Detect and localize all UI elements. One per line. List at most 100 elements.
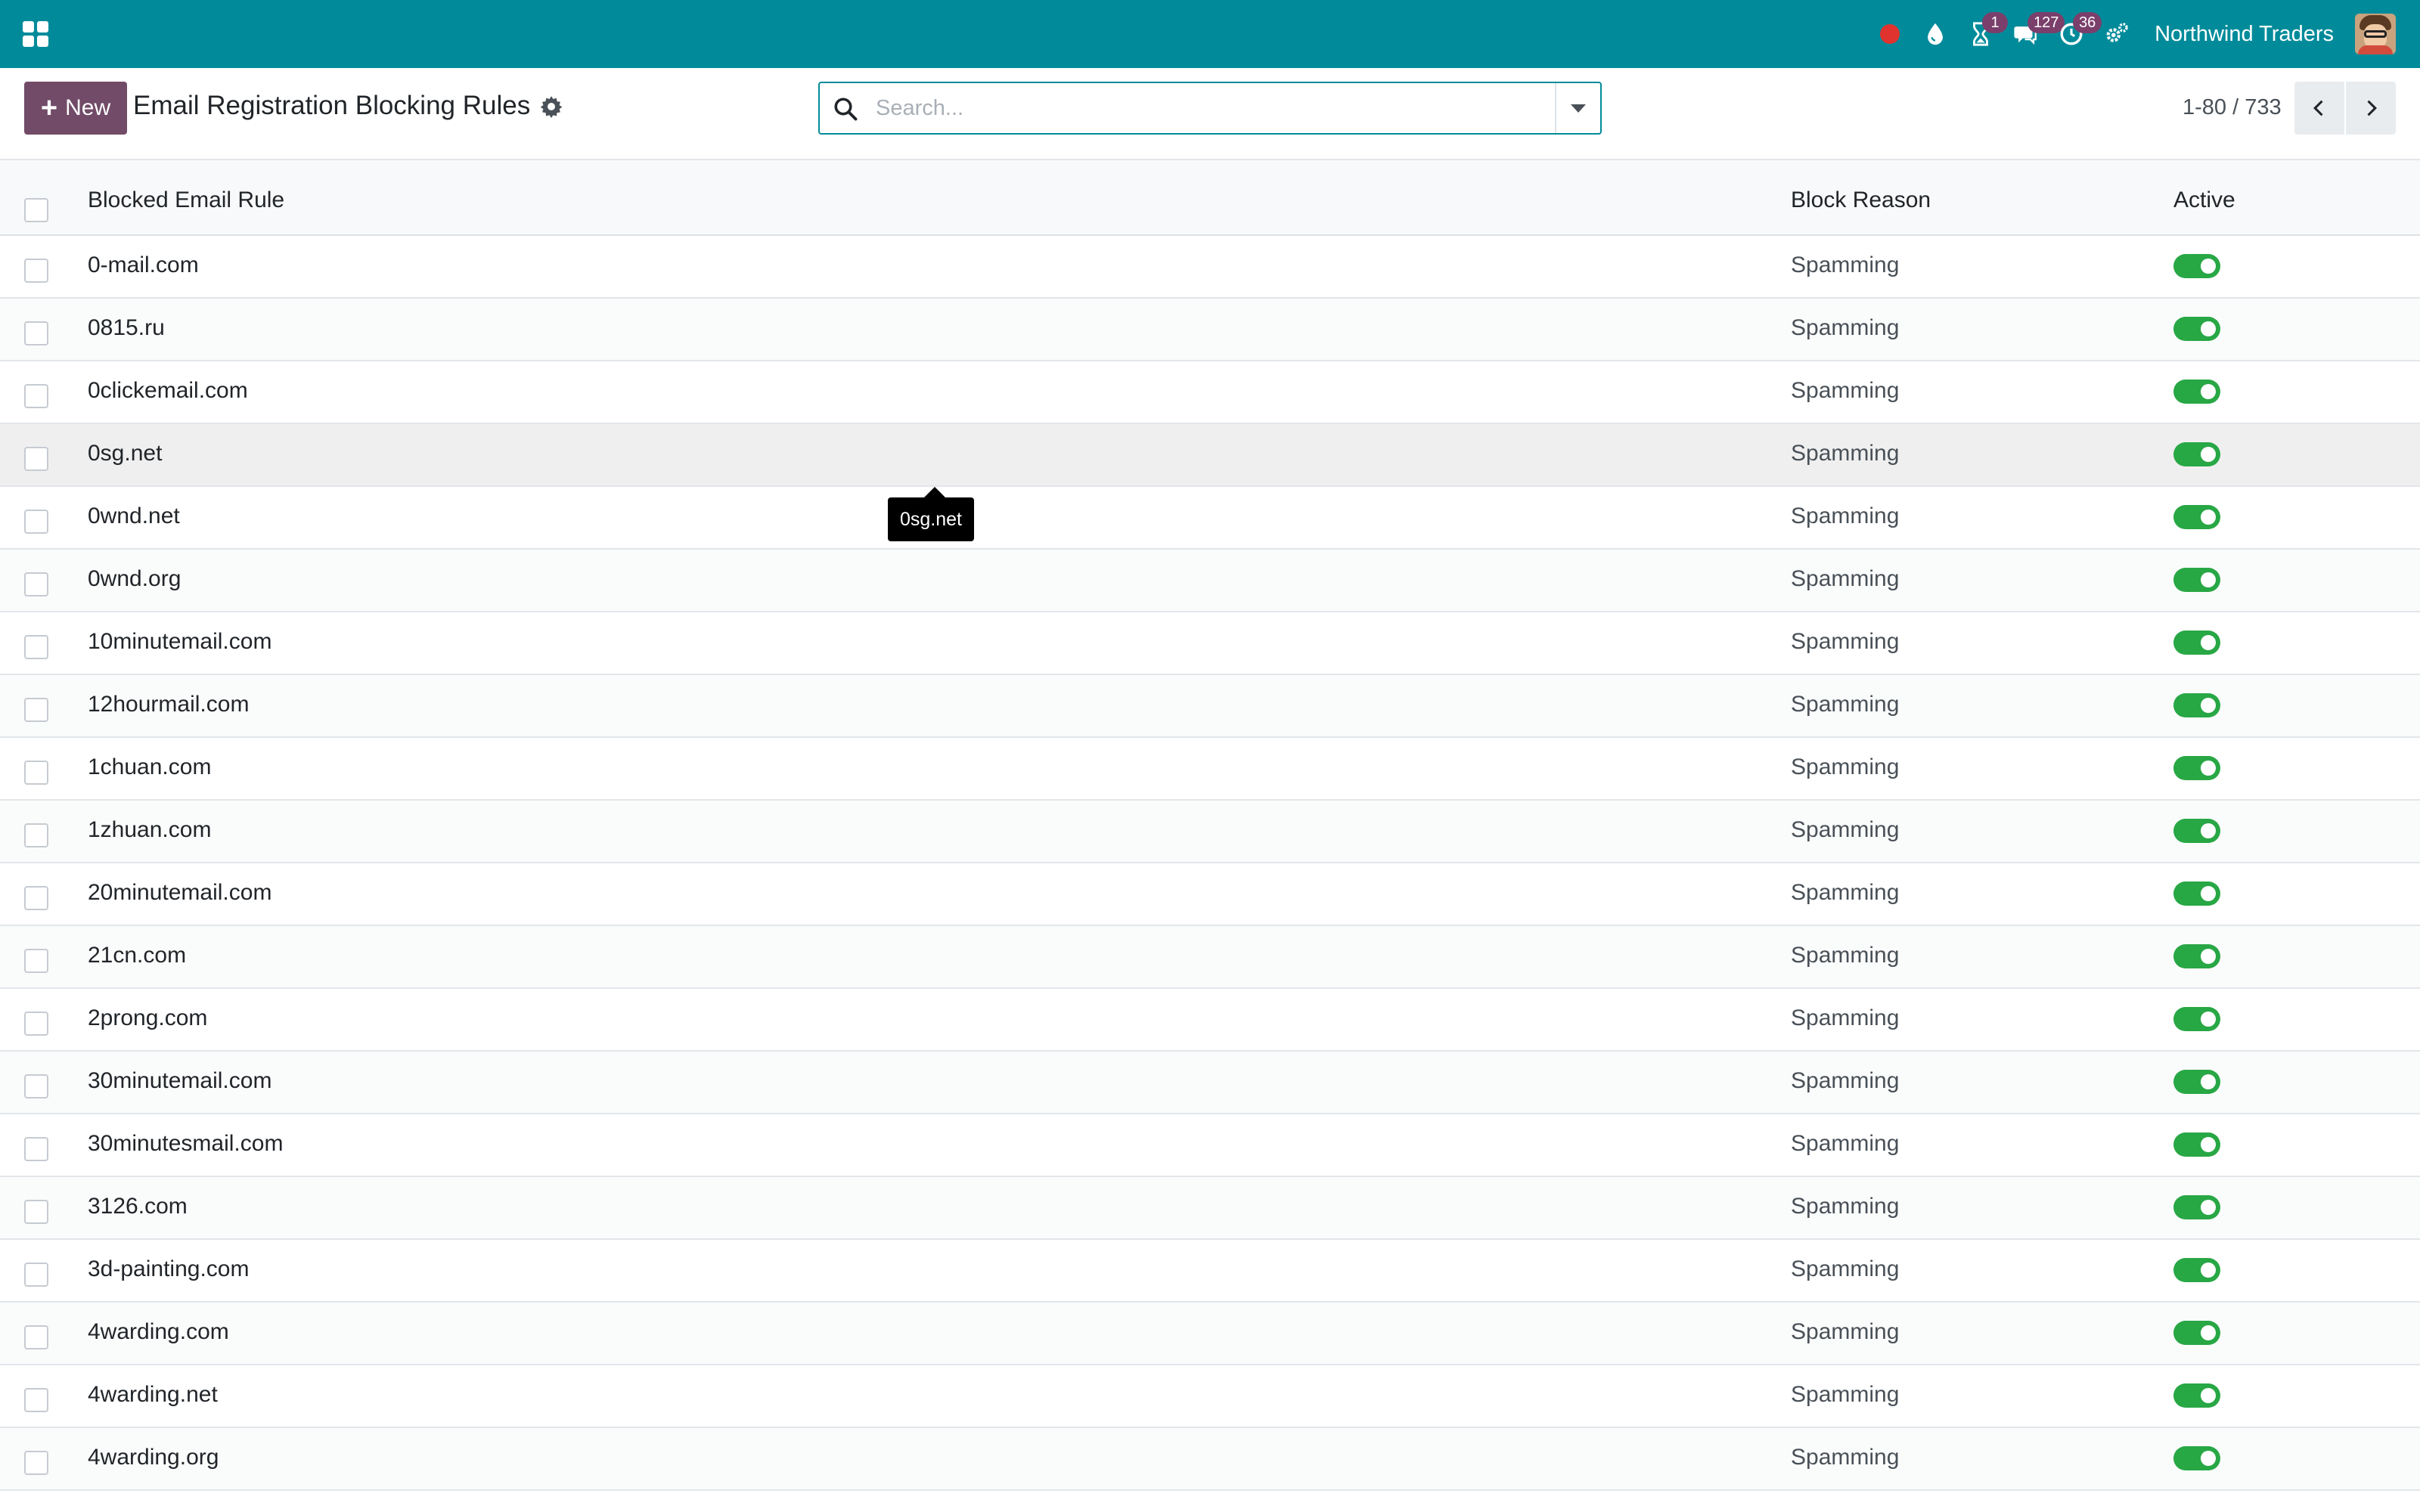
pager-previous-button[interactable] [2294, 82, 2344, 135]
user-avatar[interactable] [2355, 14, 2396, 54]
row-checkbox[interactable] [24, 259, 48, 283]
row-checkbox[interactable] [24, 1074, 48, 1098]
rule-name: 21cn.com [88, 943, 187, 968]
table-row[interactable]: 30minutemail.com Spamming [0, 1052, 2420, 1114]
row-checkbox[interactable] [24, 949, 48, 973]
rule-name: 3d-painting.com [88, 1256, 250, 1281]
apps-menu-icon[interactable] [23, 21, 48, 47]
control-panel: + New Email Registration Blocking Rules … [0, 68, 2420, 160]
settings-icon[interactable] [2094, 0, 2139, 68]
row-checkbox[interactable] [24, 1263, 48, 1287]
block-reason: Spamming [1791, 1382, 1900, 1407]
pager-value[interactable]: 1-80 / 733 [2183, 95, 2282, 120]
row-checkbox[interactable] [24, 510, 48, 534]
row-checkbox[interactable] [24, 447, 48, 471]
row-tooltip: 0sg.net [888, 487, 975, 541]
table-row[interactable]: 3126.com Spamming [0, 1177, 2420, 1240]
table-row[interactable]: 0815.ru Spamming [0, 299, 2420, 361]
company-switcher[interactable]: Northwind Traders [2155, 22, 2334, 47]
row-checkbox[interactable] [24, 698, 48, 722]
row-checkbox[interactable] [24, 1200, 48, 1224]
row-checkbox[interactable] [24, 321, 48, 345]
row-checkbox[interactable] [24, 384, 48, 408]
drop-icon[interactable] [1913, 0, 1958, 68]
table-row[interactable]: 1chuan.com Spamming [0, 738, 2420, 801]
active-toggle[interactable] [2173, 1321, 2220, 1345]
row-checkbox[interactable] [24, 1325, 48, 1349]
row-checkbox[interactable] [24, 572, 48, 596]
rule-name: 0wnd.org [88, 566, 182, 591]
row-checkbox[interactable] [24, 1451, 48, 1475]
active-toggle[interactable] [2173, 756, 2220, 780]
table-row[interactable]: 0wnd.net Spamming [0, 487, 2420, 550]
active-toggle[interactable] [2173, 1007, 2220, 1031]
block-reason: Spamming [1791, 503, 1900, 528]
search-options-toggle[interactable] [1555, 83, 1600, 133]
pager-next-button[interactable] [2346, 82, 2396, 135]
table-row[interactable]: 4warding.com Spamming [0, 1303, 2420, 1365]
row-checkbox[interactable] [24, 761, 48, 785]
block-reason: Spamming [1791, 1256, 1900, 1281]
table-row[interactable]: 1zhuan.com Spamming [0, 801, 2420, 863]
table-row[interactable]: 0wnd.org Spamming [0, 550, 2420, 612]
rule-name: 2prong.com [88, 1005, 208, 1030]
clock-icon[interactable]: 36 [2049, 0, 2102, 68]
record-icon[interactable] [1867, 0, 1913, 68]
select-all-checkbox[interactable] [24, 198, 48, 222]
column-header-reason[interactable]: Block Reason [1791, 187, 1931, 213]
table-row[interactable]: 20minutemail.com Spamming [0, 863, 2420, 926]
block-reason: Spamming [1791, 1068, 1900, 1093]
active-toggle[interactable] [2173, 631, 2220, 655]
rule-name: 0clickemail.com [88, 378, 248, 403]
rule-name: 0-mail.com [88, 253, 199, 277]
table-row[interactable]: 0-mail.com Spamming [0, 236, 2420, 299]
row-checkbox[interactable] [24, 635, 48, 659]
table-row[interactable]: 12hourmail.com Spamming [0, 675, 2420, 738]
table-row-partial[interactable] [0, 1491, 2420, 1512]
active-toggle[interactable] [2173, 1132, 2220, 1157]
gear-icon[interactable] [540, 95, 563, 118]
table-row[interactable]: 10minutemail.com Spamming [0, 612, 2420, 675]
row-checkbox[interactable] [24, 823, 48, 847]
active-toggle[interactable] [2173, 317, 2220, 341]
top-navbar: 1 127 36 Northwind Traders [0, 0, 2420, 68]
table-row[interactable]: 0sg.net Spamming [0, 424, 2420, 487]
navbar-systray: 1 127 36 Northwind Traders [1867, 0, 2420, 68]
chat-icon[interactable]: 127 [2003, 0, 2065, 68]
search-input[interactable] [876, 91, 1526, 125]
block-reason: Spamming [1791, 943, 1900, 968]
row-checkbox[interactable] [24, 1388, 48, 1412]
active-toggle[interactable] [2173, 1446, 2220, 1470]
active-toggle[interactable] [2173, 1258, 2220, 1282]
row-checkbox[interactable] [24, 1012, 48, 1036]
new-button-label: New [65, 95, 111, 120]
table-row[interactable]: 2prong.com Spamming [0, 989, 2420, 1052]
rule-name: 1zhuan.com [88, 817, 212, 842]
hourglass-icon[interactable]: 1 [1958, 0, 2009, 68]
block-reason: Spamming [1791, 880, 1900, 905]
table-row[interactable]: 21cn.com Spamming [0, 926, 2420, 989]
table-row[interactable]: 3d-painting.com Spamming [0, 1240, 2420, 1303]
active-toggle[interactable] [2173, 819, 2220, 843]
active-toggle[interactable] [2173, 881, 2220, 906]
rule-name: 4warding.net [88, 1382, 218, 1407]
active-toggle[interactable] [2173, 944, 2220, 968]
active-toggle[interactable] [2173, 254, 2220, 278]
active-toggle[interactable] [2173, 1070, 2220, 1094]
column-header-name[interactable]: Blocked Email Rule [88, 187, 284, 213]
new-button[interactable]: + New [24, 82, 127, 135]
table-row[interactable]: 30minutesmail.com Spamming [0, 1114, 2420, 1177]
active-toggle[interactable] [2173, 505, 2220, 529]
active-toggle[interactable] [2173, 380, 2220, 404]
column-header-active[interactable]: Active [2173, 187, 2235, 213]
row-checkbox[interactable] [24, 886, 48, 910]
table-row[interactable]: 4warding.net Spamming [0, 1365, 2420, 1428]
active-toggle[interactable] [2173, 693, 2220, 717]
table-row[interactable]: 4warding.org Spamming [0, 1428, 2420, 1491]
table-row[interactable]: 0clickemail.com Spamming [0, 361, 2420, 424]
active-toggle[interactable] [2173, 442, 2220, 466]
active-toggle[interactable] [2173, 568, 2220, 592]
active-toggle[interactable] [2173, 1383, 2220, 1408]
active-toggle[interactable] [2173, 1195, 2220, 1219]
row-checkbox[interactable] [24, 1137, 48, 1161]
